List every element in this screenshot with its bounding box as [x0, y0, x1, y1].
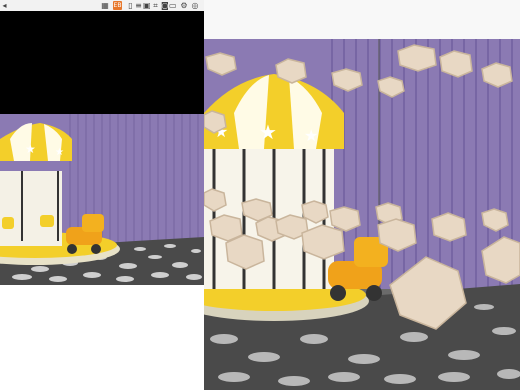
list-icon[interactable]: ≡	[135, 1, 142, 10]
star-icon: ★	[259, 120, 277, 144]
grid-icon[interactable]: ▦	[101, 1, 109, 10]
render-preview[interactable]: ★ ★	[0, 11, 204, 285]
image-icon[interactable]: ▣	[143, 1, 151, 10]
star-icon: ★	[304, 126, 318, 145]
highlight-button[interactable]: EB	[113, 1, 122, 10]
gear-icon[interactable]: ⚙	[180, 1, 188, 10]
hexagon-icon[interactable]	[431, 212, 467, 242]
viewport-scene: ★ ★ ★	[204, 39, 520, 390]
preview-scene: ★ ★	[0, 11, 204, 285]
viewport-header	[204, 0, 520, 40]
globe-icon[interactable]: ◎	[191, 1, 199, 10]
layout-icon[interactable]: ▯	[127, 1, 134, 10]
scene-viewport[interactable]: ★ ★ ★	[204, 39, 520, 390]
screen-icon[interactable]: ▭	[169, 1, 177, 10]
star-icon: ★	[55, 147, 64, 158]
right-pane: ★ ★ ★	[204, 0, 520, 390]
left-pane: ◂ ▦ EB ▯ ≡ ▣ ⌗ ◙ ▭ ⚙ ◎ ★ ★	[0, 0, 204, 390]
camera-icon[interactable]: ◙	[161, 1, 169, 10]
arrow-back-icon[interactable]: ◂	[1, 1, 8, 10]
crop-icon[interactable]: ⌗	[152, 1, 159, 10]
star-icon: ★	[25, 142, 36, 156]
